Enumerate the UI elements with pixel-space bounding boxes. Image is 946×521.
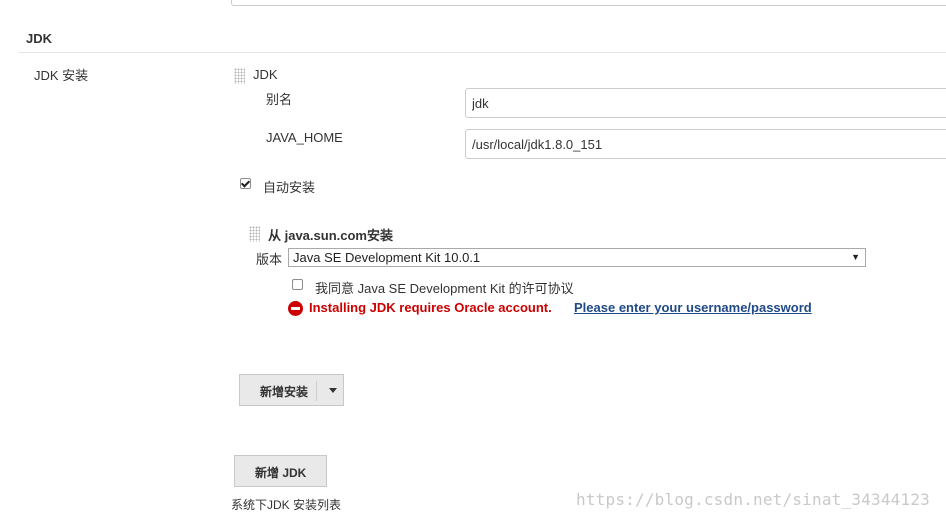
previous-setting-input[interactable]	[231, 0, 946, 6]
java-home-label: JAVA_HOME	[266, 130, 343, 145]
add-installer-label: 新增安装	[260, 385, 309, 399]
dropdown-arrow-icon: ▼	[851, 252, 860, 262]
installer-title: 从 java.sun.com安装	[268, 228, 393, 243]
auto-install-checkbox[interactable]	[240, 178, 251, 189]
license-agree-label: 我同意 Java SE Development Kit 的许可协议	[315, 281, 574, 296]
caret-down-icon	[329, 388, 337, 393]
alias-input[interactable]	[465, 88, 946, 118]
error-message: Installing JDK requires Oracle account.	[309, 300, 552, 315]
version-label: 版本	[256, 252, 283, 267]
auto-install-label: 自动安装	[263, 180, 316, 195]
error-icon	[288, 301, 303, 316]
alias-label: 别名	[266, 92, 293, 107]
add-jdk-label: 新增 JDK	[255, 466, 307, 480]
jdk-block-title: JDK	[253, 67, 278, 82]
jdk-list-caption: 系统下JDK 安装列表	[231, 498, 342, 512]
drag-handle-icon[interactable]	[234, 68, 245, 84]
watermark-text: https://blog.csdn.net/sinat_34344123	[576, 490, 930, 509]
java-home-input[interactable]	[465, 129, 946, 159]
section-divider	[18, 52, 946, 53]
add-jdk-button[interactable]: 新增 JDK	[234, 455, 327, 487]
version-selected-value: Java SE Development Kit 10.0.1	[293, 250, 481, 265]
enter-credentials-link[interactable]: Please enter your username/password	[574, 300, 812, 315]
license-agree-checkbox[interactable]	[292, 279, 303, 290]
drag-handle-icon[interactable]	[249, 226, 260, 242]
jdk-install-label: JDK 安装	[34, 68, 89, 83]
add-installer-button[interactable]: 新增安装	[239, 374, 344, 406]
version-select[interactable]: Java SE Development Kit 10.0.1 ▼	[288, 248, 866, 267]
section-title: JDK	[26, 31, 53, 46]
button-divider	[316, 381, 317, 401]
